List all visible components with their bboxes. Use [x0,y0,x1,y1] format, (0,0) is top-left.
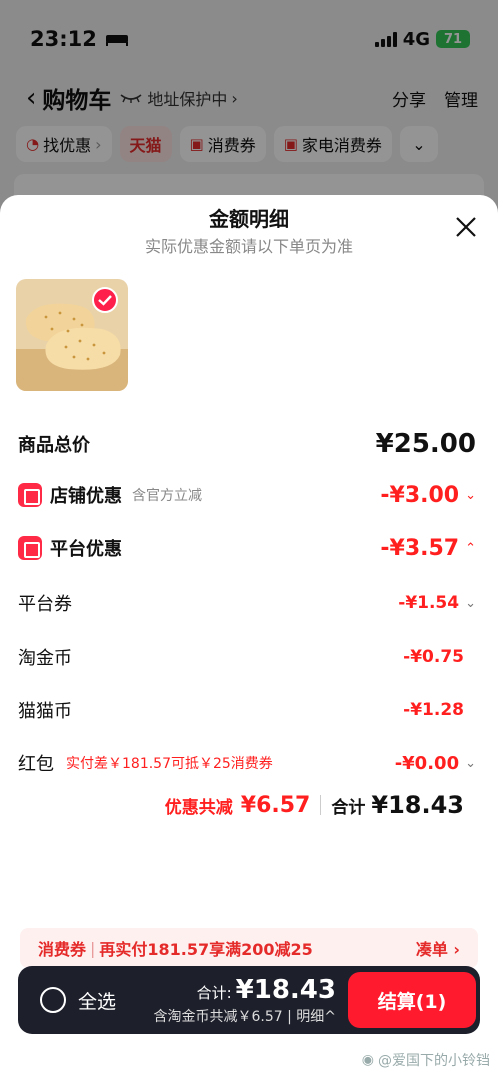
row-value: -¥0.00 [394,752,460,774]
shop-icon [18,483,42,507]
chevron-up-icon: ⌃ [465,540,476,556]
discount-label: 优惠共减 [164,797,233,818]
product-thumbnail[interactable] [16,279,128,391]
add-items-link[interactable]: 凑单 › [416,936,460,960]
divider [320,795,322,815]
coupon-text: 再实付181.57享满200减25 [99,940,313,959]
chevron-down-icon: ⌄ [465,755,476,771]
select-all-radio[interactable] [40,987,66,1013]
chevron-down-icon: ⌄ [465,487,476,503]
coupon-bar[interactable]: 消费券 | 再实付181.57享满200减25 凑单 › [20,928,478,968]
total-label: 合计 [331,797,366,818]
row-label: 淘金币 [18,648,72,669]
row-note: 实付差￥181.57可抵￥25消费券 [66,756,273,772]
row-shop-discount[interactable]: 店铺优惠 含官方立减 -¥3.00 ⌄ [18,482,476,508]
checkout-button[interactable]: 结算(1) [348,972,476,1028]
row-label: 猫猫币 [18,701,72,722]
row-label: 平台优惠 [50,539,122,560]
divider: | [90,938,96,958]
row-label: 平台券 [18,594,72,615]
row-value: -¥0.75 [403,647,464,667]
row-platform-discount[interactable]: 平台优惠 -¥3.57 ⌃ [18,535,476,561]
watermark-text: @爱国下的小铃铛 [378,1053,490,1069]
row-label: 店铺优惠 [50,486,122,507]
sum-value: ¥18.43 [235,974,336,1005]
row-maomaobi: 猫猫币 -¥1.28 [18,697,476,723]
select-all-label[interactable]: 全选 [78,987,116,1014]
row-hongbao[interactable]: 红包 实付差￥181.57可抵￥25消费券 -¥0.00 ⌄ [18,750,476,776]
row-value: -¥1.54 [398,593,460,613]
row-label: 红包 [18,754,54,775]
sheet-title: 金额明细 [209,207,289,231]
row-value: -¥1.28 [403,700,464,720]
platform-icon [18,536,42,560]
checkout-bar: 全选 合计: ¥18.43 含淘金币共减￥6.57 | 明细^ 结算(1) [18,966,480,1034]
weibo-icon: ◉ [361,1052,374,1068]
sum-label: 合计: [196,983,232,1002]
discount-value: ¥6.57 [240,792,311,818]
row-taojinbi: 淘金币 -¥0.75 [18,644,476,670]
row-platform-coupon[interactable]: 平台券 -¥1.54 ⌄ [18,590,476,616]
coupon-label: 消费券 [38,940,87,959]
row-note: 含官方立减 [132,488,202,504]
row-total-price: 商品总价 ¥25.00 [18,429,476,459]
close-icon[interactable] [454,215,478,239]
chevron-down-icon: ⌄ [465,595,476,611]
summary-line: 优惠共减 ¥6.57 合计 ¥18.43 [0,791,464,819]
selected-check-icon[interactable] [92,287,118,313]
row-label: 商品总价 [18,435,90,456]
row-value: -¥3.00 [380,482,460,508]
row-value: ¥25.00 [375,429,476,459]
sheet-subtitle: 实际优惠金额请以下单页为准 [144,237,353,256]
total-value: ¥18.43 [371,791,464,819]
row-value: -¥3.57 [380,535,460,561]
watermark: ◉ @爱国下的小铃铛 [362,1050,490,1070]
detail-toggle[interactable]: 含淘金币共减￥6.57 | 明细^ [153,1006,336,1026]
